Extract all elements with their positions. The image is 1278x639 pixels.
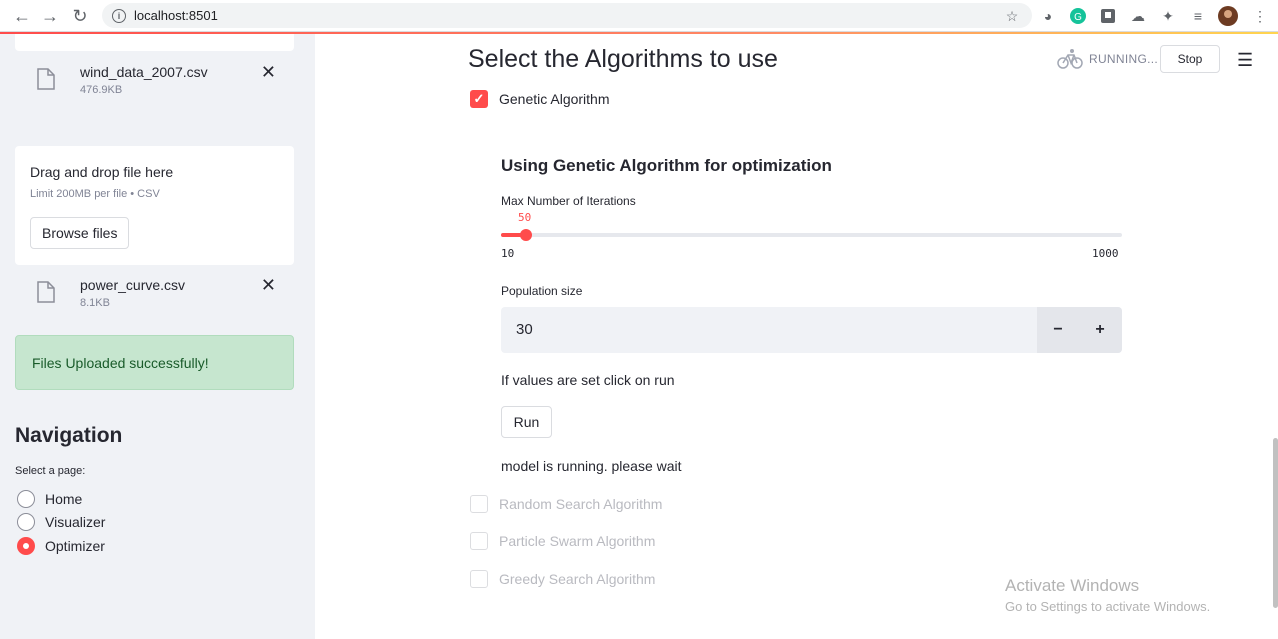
gauge-icon[interactable]: ◕ [1038,6,1058,26]
running-message: model is running. please wait [501,458,682,474]
radio-button[interactable] [17,490,35,508]
svg-text:G: G [1074,12,1082,23]
page-title: Select the Algorithms to use [468,45,778,73]
url-text: localhost:8501 [134,8,218,23]
file-icon [37,281,55,303]
main-content: Select the Algorithms to use RUNNING... … [315,34,1278,639]
reload-icon[interactable]: ↻ [66,2,94,30]
avatar[interactable] [1218,6,1238,26]
bicycle-icon [1057,49,1083,69]
activate-windows-subtitle: Go to Settings to activate Windows. [1005,599,1211,614]
navigation-heading: Navigation [15,424,123,447]
scrollbar[interactable] [1273,438,1278,608]
remove-file-icon[interactable]: ✕ [261,62,276,83]
radio-label: Home [45,491,83,507]
file-size: 8.1KB [80,297,110,309]
address-bar[interactable]: i localhost:8501 [102,3,1032,28]
cloud-icon[interactable]: ☁ [1128,6,1148,26]
checkbox-greedy-search[interactable]: Greedy Search Algorithm [470,569,655,589]
iterations-label: Max Number of Iterations [501,194,636,208]
slider-min: 10 [501,247,515,260]
file-name: wind_data_2007.csv [80,64,208,80]
population-value[interactable]: 30 [516,321,533,338]
navigation-label: Select a page: [15,465,86,477]
radio-optimizer[interactable]: Optimizer [17,536,105,556]
radio-button-selected[interactable] [17,537,35,555]
population-stepper[interactable]: 30 − + [501,307,1122,353]
file-name: power_curve.csv [80,277,186,293]
file-size: 476.9KB [80,84,123,96]
decrement-button[interactable]: − [1037,307,1079,353]
activate-windows-title: Activate Windows [1005,576,1140,595]
checkbox-genetic-algorithm[interactable]: ✓ Genetic Algorithm [470,89,610,109]
run-button[interactable]: Run [501,406,552,438]
running-status: RUNNING... [1057,48,1158,70]
success-alert: Files Uploaded successfully! [15,335,294,390]
remove-file-icon[interactable]: ✕ [261,275,276,296]
browse-files-button[interactable]: Browse files [30,217,130,249]
file-icon [37,68,55,90]
browser-toolbar: ← → ↻ i localhost:8501 ☆ ◕ G ☁ ✦ ≡ ⋮ [0,0,1278,32]
sidebar: wind_data_2007.csv 476.9KB ✕ Drag and dr… [0,34,315,639]
checkbox-icon[interactable] [470,570,488,588]
checkbox-label: Random Search Algorithm [499,496,663,512]
run-hint: If values are set click on run [501,372,675,388]
stop-button[interactable]: Stop [1160,45,1220,73]
slider-value: 50 [518,211,532,224]
population-label: Population size [501,284,583,298]
extension-box-icon[interactable] [1098,6,1118,26]
puzzle-icon[interactable]: ✦ [1158,6,1178,26]
radio-label: Optimizer [45,538,105,554]
iterations-slider[interactable] [501,229,1122,241]
slider-thumb[interactable] [520,229,533,241]
uploaded-file-item: wind_data_2007.csv 476.9KB ✕ [15,62,294,112]
back-icon[interactable]: ← [8,2,36,30]
checkbox-random-search[interactable]: Random Search Algorithm [470,494,662,514]
info-icon[interactable]: i [112,8,126,23]
uploaded-file-item: power_curve.csv 8.1KB ✕ [15,275,294,325]
checkbox-label: Genetic Algorithm [499,91,610,107]
radio-label: Visualizer [45,514,106,530]
radio-button[interactable] [17,513,35,531]
grammarly-icon[interactable]: G [1068,6,1088,26]
checkbox-icon[interactable] [470,532,488,550]
checkbox-icon[interactable] [470,495,488,513]
checkbox-particle-swarm[interactable]: Particle Swarm Algorithm [470,531,655,551]
radio-home[interactable]: Home [17,489,82,509]
checkbox-checked-icon[interactable]: ✓ [470,90,488,108]
dropzone-limit: Limit 200MB per file • CSV [30,188,160,200]
hamburger-menu-icon[interactable]: ☰ [1237,50,1253,71]
slider-max: 1000 [1092,247,1119,260]
file-uploader-dropzone[interactable]: Drag and drop file here Limit 200MB per … [15,146,294,265]
increment-button[interactable]: + [1079,307,1121,353]
uploader-card-top [15,34,294,51]
star-icon[interactable]: ☆ [1002,6,1022,26]
status-text: RUNNING... [1089,52,1158,66]
dropzone-title: Drag and drop file here [30,164,174,180]
kebab-menu-icon[interactable]: ⋮ [1250,6,1270,26]
checkbox-label: Particle Swarm Algorithm [499,533,656,549]
playlist-icon[interactable]: ≡ [1188,6,1208,26]
checkbox-label: Greedy Search Algorithm [499,571,656,587]
ga-subtitle: Using Genetic Algorithm for optimization [501,156,832,175]
forward-icon[interactable]: → [36,2,64,30]
radio-visualizer[interactable]: Visualizer [17,512,105,532]
